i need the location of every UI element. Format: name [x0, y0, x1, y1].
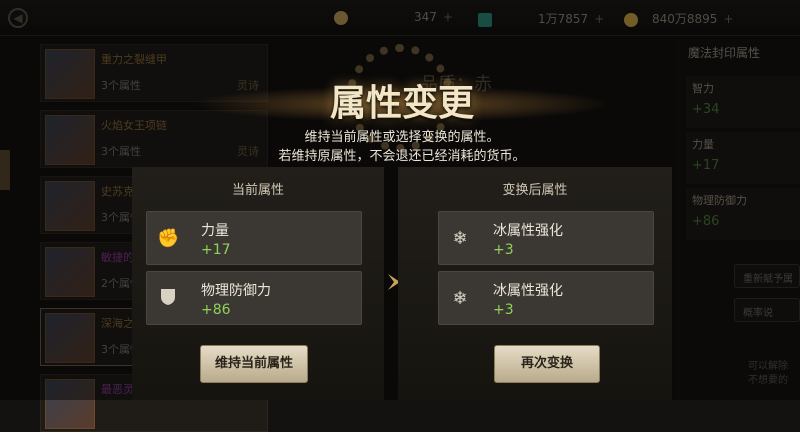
stat-value: +3 — [493, 242, 514, 258]
keep-current-button[interactable]: 维持当前属性 — [200, 345, 308, 383]
fist-icon: ✊ — [157, 228, 180, 249]
snowflake-icon: ❄ — [452, 288, 468, 309]
transform-again-button[interactable]: 再次变换 — [494, 345, 600, 383]
attribute-change-dialog: 属性变更 维持当前属性或选择变换的属性。 若维持原属性，不会退还已经消耗的货币。… — [132, 44, 672, 400]
shield-icon — [157, 288, 179, 310]
snowflake-icon: ❄ — [452, 228, 468, 249]
dialog-description-line1: 维持当前属性或选择变换的属性。 — [304, 130, 500, 145]
stat-name: 物理防御力 — [201, 283, 271, 299]
changed-attribute-header: 变换后属性 — [502, 183, 568, 198]
dialog-title: 属性变更 — [329, 83, 474, 124]
current-attribute-header: 当前属性 — [231, 183, 284, 198]
dialog-description-line2: 若维持原属性，不会退还已经消耗的货币。 — [278, 149, 526, 164]
current-attribute-panel: 当前属性 ✊ 力量 +17 物理防御力 +86 维持当前属性 — [132, 167, 384, 400]
changed-stat: ❄ 冰属性强化 +3 — [438, 271, 654, 325]
stat-value: +86 — [201, 302, 231, 318]
stat-name: 冰属性强化 — [493, 223, 563, 239]
current-stat: ✊ 力量 +17 — [146, 211, 362, 265]
stat-value: +3 — [493, 302, 514, 318]
stat-value: +17 — [201, 242, 231, 258]
current-stat: 物理防御力 +86 — [146, 271, 362, 325]
stat-name: 力量 — [201, 223, 229, 239]
changed-attribute-panel: 变换后属性 ❄ 冰属性强化 +3 ❄ 冰属性强化 +3 再次变换 — [398, 167, 672, 400]
stat-name: 冰属性强化 — [493, 283, 563, 299]
changed-stat: ❄ 冰属性强化 +3 — [438, 211, 654, 265]
